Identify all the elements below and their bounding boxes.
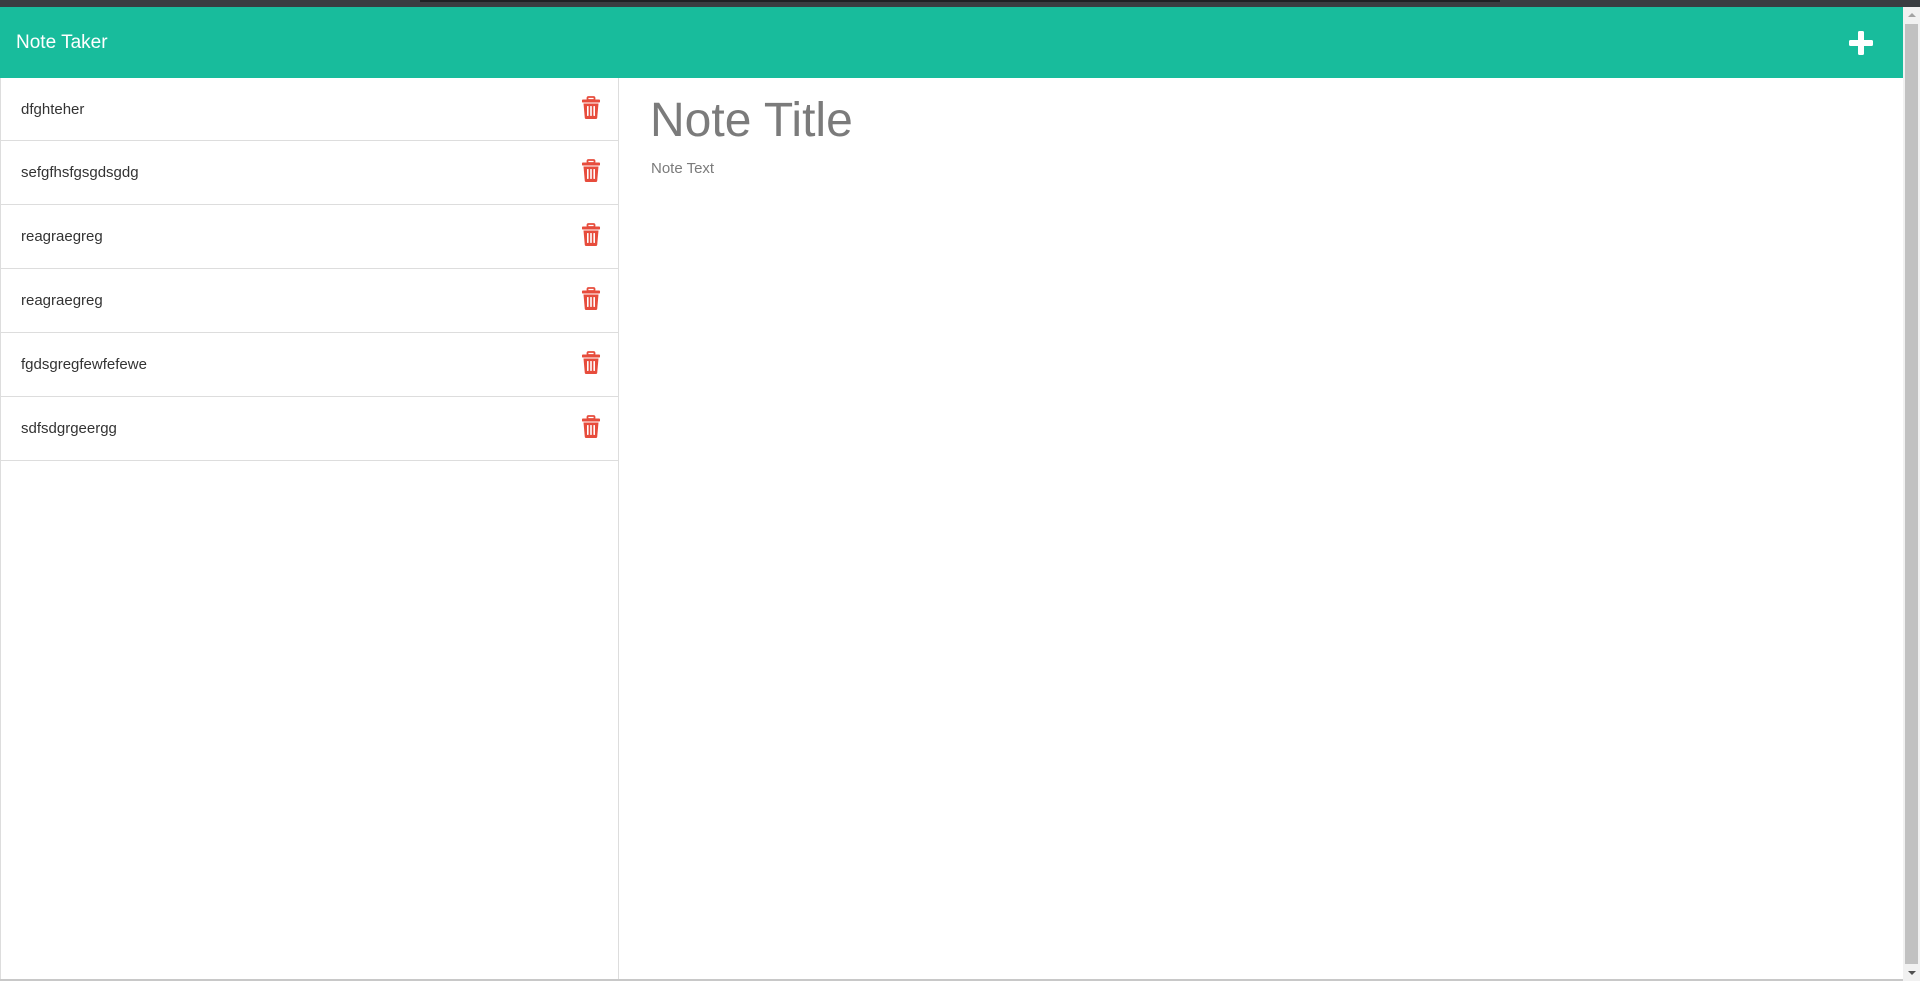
browser-tab-strip (420, 0, 1500, 2)
note-list-item-title: sdfsdgrgeergg (21, 420, 117, 437)
list-item[interactable]: reagraegreg (1, 205, 618, 269)
trash-icon (582, 159, 600, 182)
note-editor (620, 78, 1903, 981)
note-list-item-title: dfghteher (21, 101, 85, 118)
delete-note-button[interactable] (581, 287, 601, 311)
list-item[interactable]: sefgfhsfgsgdsgdg (1, 141, 618, 205)
list-item[interactable]: sdfsdgrgeergg (1, 397, 618, 461)
scrollbar-thumb[interactable] (1905, 24, 1918, 964)
trash-icon (582, 96, 600, 119)
trash-icon (582, 287, 600, 310)
delete-note-button[interactable] (581, 96, 601, 120)
list-item[interactable]: fgdsgregfewfefewe (1, 333, 618, 397)
delete-note-button[interactable] (581, 159, 601, 183)
delete-note-button[interactable] (581, 223, 601, 247)
note-title-input[interactable] (650, 88, 1850, 152)
note-list-item-title: reagraegreg (21, 292, 103, 309)
scroll-down-arrow-icon[interactable] (1903, 964, 1920, 981)
note-text-textarea[interactable] (651, 158, 1851, 918)
navbar: Note Taker (0, 7, 1903, 78)
delete-note-button[interactable] (581, 351, 601, 375)
scroll-up-arrow-icon[interactable] (1903, 7, 1920, 24)
note-list: dfghteher sefgfhsfgsgdsgdg reagraegreg r… (0, 78, 619, 981)
delete-note-button[interactable] (581, 415, 601, 439)
trash-icon (582, 415, 600, 438)
browser-top-strip (0, 0, 1920, 7)
note-list-item-title: fgdsgregfewfefewe (21, 356, 147, 373)
list-item[interactable]: dfghteher (1, 78, 618, 141)
list-item[interactable]: reagraegreg (1, 269, 618, 333)
page-scrollbar[interactable] (1903, 7, 1920, 981)
new-note-button[interactable] (1844, 26, 1878, 60)
plus-icon (1849, 31, 1873, 55)
note-list-item-title: reagraegreg (21, 228, 103, 245)
note-list-item-title: sefgfhsfgsgdsgdg (21, 164, 139, 181)
trash-icon (582, 223, 600, 246)
app-title[interactable]: Note Taker (16, 31, 108, 55)
trash-icon (582, 351, 600, 374)
